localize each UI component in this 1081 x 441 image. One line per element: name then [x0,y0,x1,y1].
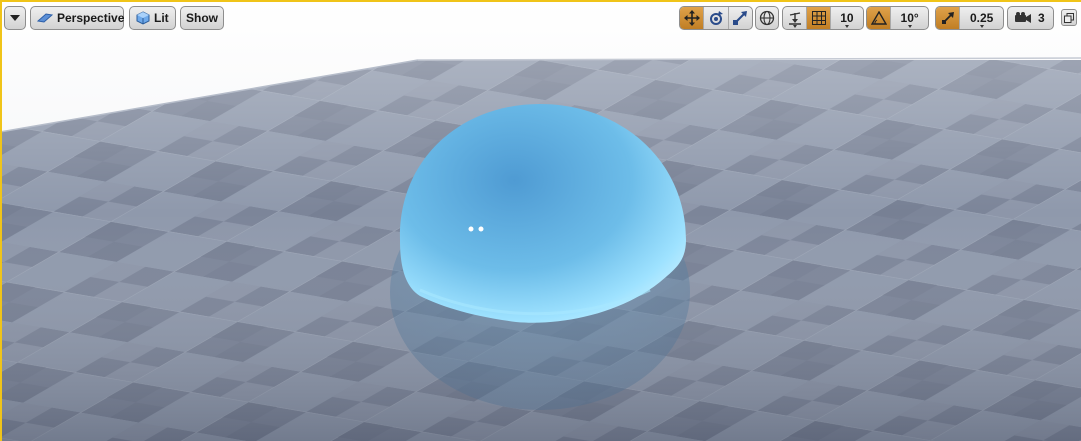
caret-icon [907,25,912,28]
surface-snap-icon [787,10,803,26]
transform-mode-group [679,6,753,30]
rotate-mode-button[interactable] [703,7,727,29]
scale-mode-button[interactable] [727,7,752,29]
grid-snap-group: 10 [782,6,864,30]
grid-icon [811,11,826,25]
scale-snap-value-dropdown[interactable]: 0.25 [959,7,1003,29]
caret-icon [844,25,849,28]
viewport-options-button[interactable] [4,6,26,30]
camera-speed-value: 3 [1038,11,1045,25]
perspective-label: Perspective [57,11,125,25]
coordinate-space-button[interactable] [755,6,779,30]
lit-view-mode-button[interactable]: Lit [129,6,176,30]
lit-label: Lit [154,11,169,25]
rotate-icon [708,10,724,26]
rotation-snap-value: 10° [900,11,919,25]
grid-snap-value: 10 [840,11,854,25]
restore-window-icon [1064,12,1074,23]
angle-icon [870,11,887,25]
scale-snap-toggle[interactable] [936,7,960,29]
maximize-viewport-button[interactable] [1061,9,1077,26]
show-flags-button[interactable]: Show [180,6,224,30]
perspective-cube-icon [37,12,53,24]
rotation-snap-value-dropdown[interactable]: 10° [890,7,928,29]
scale-arrow-icon [941,11,955,25]
translate-mode-button[interactable] [680,7,704,29]
caret-icon [979,25,984,28]
chevron-down-icon [10,15,20,21]
camera-icon [1014,12,1032,24]
grid-snap-toggle[interactable] [806,7,830,29]
rotation-snap-group: 10° [866,6,929,30]
scale-snap-value: 0.25 [969,11,994,25]
surface-snapping-button[interactable] [783,7,806,29]
lit-cube-icon [136,11,150,25]
caret-icon [792,25,797,28]
show-label: Show [186,11,218,25]
level-viewport[interactable]: Perspective Lit Show 10 10° 0.25 3 [0,0,1081,441]
viewport-focus-border-top [0,0,1081,2]
grid-snap-value-dropdown[interactable]: 10 [829,7,863,29]
move-arrows-icon [683,10,700,26]
perspective-button[interactable]: Perspective [30,6,124,30]
scale-snap-group: 0.25 [935,6,1004,30]
viewport-focus-border-left [0,0,2,441]
viewport-scene [0,0,1081,441]
globe-icon [759,10,775,26]
camera-speed-button[interactable]: 3 [1007,6,1054,30]
scale-icon [732,10,748,26]
rotation-snap-toggle[interactable] [867,7,891,29]
